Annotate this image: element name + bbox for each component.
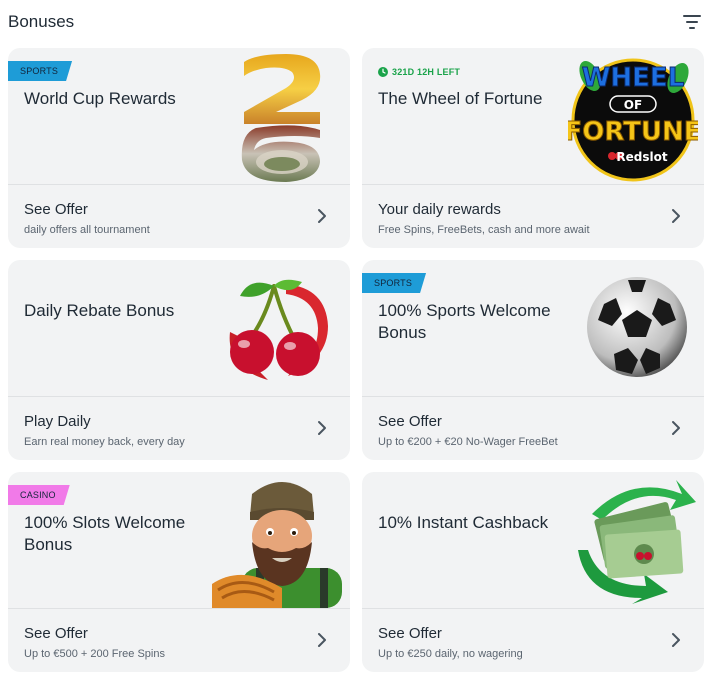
card-header: 10% Instant Cashback [362,472,704,608]
offer-subtitle: Earn real money back, every day [24,436,185,448]
card-footer[interactable]: See Offer Up to €250 daily, no wagering [362,609,704,672]
bonus-card-world-cup-rewards[interactable]: SPORTS World Cup Rewards See Offer daily… [8,48,350,248]
card-footer[interactable]: See Offer Up to €200 + €20 No-Wager Free… [362,397,704,460]
logo-text-brand: Redslot [616,150,667,164]
cherries-image [216,276,334,384]
sports-tag: SPORTS [8,61,72,81]
bonus-card-instant-cashback[interactable]: 10% Instant Cashback See Offer Up to €25… [362,472,704,672]
chevron-right-icon[interactable] [667,631,685,649]
page-title: Bonuses [8,12,75,31]
chevron-right-icon[interactable] [313,631,331,649]
offer-label: See Offer [24,625,88,642]
card-title: 10% Instant Cashback [378,513,549,532]
bonus-card-sports-welcome[interactable]: SPORTS 100% Sports Welcome Bonus See Off… [362,260,704,460]
card-footer[interactable]: Your daily rewards Free Spins, FreeBets,… [362,185,704,248]
offer-subtitle: daily offers all tournament [24,224,150,236]
logo-text-fortune: FORTUNE [568,117,698,147]
clock-icon [378,67,388,77]
filter-icon[interactable] [680,10,704,34]
bonus-card-slots-welcome[interactable]: CASINO 100% Slots Welcome Bonus See Offe… [8,472,350,672]
card-header: 321D 12H LEFT The Wheel of Fortune WHEEL… [362,48,704,184]
page-header: Bonuses [8,0,706,44]
card-footer[interactable]: Play Daily Earn real money back, every d… [8,397,350,460]
card-footer[interactable]: See Offer daily offers all tournament [8,185,350,248]
logo-text-wheel: WHEEL [582,63,685,93]
offer-label: See Offer [24,201,88,218]
wheel-of-fortune-logo: WHEEL OF FORTUNE Redslot [564,52,702,182]
card-header: CASINO 100% Slots Welcome Bonus [8,472,350,608]
offer-subtitle: Up to €250 daily, no wagering [378,648,523,660]
chevron-right-icon[interactable] [313,419,331,437]
card-header: SPORTS 100% Sports Welcome Bonus [362,260,704,396]
countdown-timer: 321D 12H LEFT [378,67,460,77]
bearded-character-image [212,476,348,608]
chevron-right-icon[interactable] [667,207,685,225]
bonus-card-daily-rebate[interactable]: Daily Rebate Bonus Play Daily Earn real … [8,260,350,460]
card-title: 100% Slots Welcome Bonus [24,513,186,554]
bonus-card-wheel-of-fortune[interactable]: 321D 12H LEFT The Wheel of Fortune WHEEL… [362,48,704,248]
casino-tag: CASINO [8,485,70,505]
chevron-right-icon[interactable] [313,207,331,225]
offer-subtitle: Up to €500 + 200 Free Spins [24,648,165,660]
timer-text: 321D 12H LEFT [392,67,461,77]
card-title: The Wheel of Fortune [378,89,543,108]
offer-label: See Offer [378,413,442,430]
offer-label: Your daily rewards [378,201,501,218]
card-title: World Cup Rewards [24,89,176,108]
card-title: Daily Rebate Bonus [24,301,175,320]
card-header: SPORTS World Cup Rewards [8,48,350,184]
card-footer[interactable]: See Offer Up to €500 + 200 Free Spins [8,609,350,672]
cashback-money-image [572,480,698,604]
soccer-ball-image [584,274,690,380]
world-cup-26-image [236,54,324,182]
offer-subtitle: Up to €200 + €20 No-Wager FreeBet [378,436,558,448]
card-header: Daily Rebate Bonus [8,260,350,396]
card-title: 100% Sports Welcome Bonus [378,301,551,342]
offer-subtitle: Free Spins, FreeBets, cash and more awai… [378,224,590,236]
offer-label: See Offer [378,625,442,642]
logo-text-of: OF [624,98,642,112]
chevron-right-icon[interactable] [667,419,685,437]
offer-label: Play Daily [24,413,91,430]
sports-tag: SPORTS [362,273,426,293]
